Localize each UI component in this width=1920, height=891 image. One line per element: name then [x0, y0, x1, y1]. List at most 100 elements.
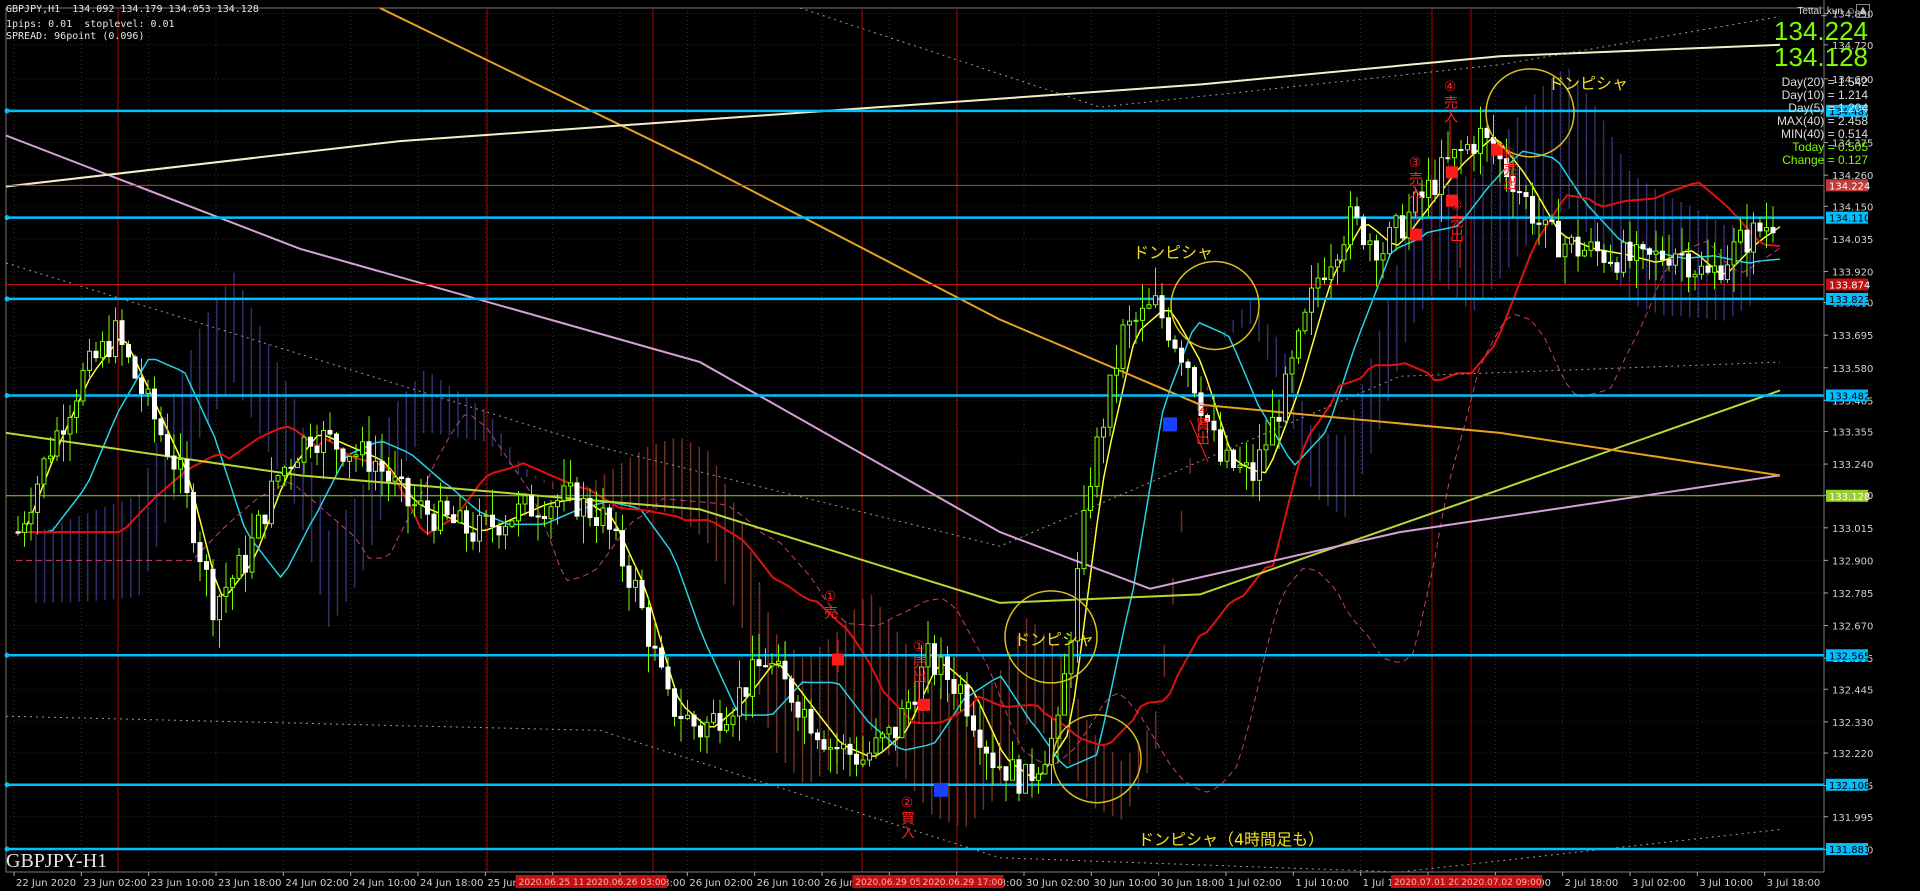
- candle-body: [87, 350, 92, 371]
- price-tag-label: 134.224: [1829, 181, 1870, 192]
- candle-body: [1471, 143, 1477, 154]
- candle-body: [132, 356, 138, 379]
- x-tick-label: 26 Jun 10:00: [757, 878, 821, 889]
- candle-body: [997, 766, 1002, 769]
- x-tick-label: 30 Jun 02:00: [1026, 878, 1090, 889]
- candle-body: [763, 665, 768, 668]
- candle-body: [1088, 485, 1093, 511]
- candle-body: [971, 715, 976, 731]
- candle-body: [1738, 229, 1743, 243]
- x-tick-label: 1 Jul 02:00: [1228, 878, 1282, 889]
- annotation-label: ドンピシャ: [1133, 243, 1213, 262]
- candle-body: [568, 482, 573, 487]
- candle-body: [873, 737, 879, 754]
- candle-body: [1458, 148, 1464, 151]
- candle-body: [1569, 236, 1574, 245]
- candle-body: [1575, 236, 1581, 257]
- candle-body: [256, 514, 261, 539]
- candle-body: [483, 514, 489, 517]
- candle-body: [1315, 277, 1321, 289]
- candle-body: [1029, 763, 1035, 781]
- candle-body: [1530, 195, 1535, 224]
- annotation-label: ドンピシャ: [1548, 74, 1628, 93]
- stat-line: Change = 0.127: [1782, 153, 1868, 167]
- candle-body: [815, 732, 820, 741]
- candle-body: [1016, 759, 1022, 794]
- candle-body: [893, 726, 898, 739]
- bid-price: 134.224: [1774, 16, 1868, 46]
- candle-body: [1153, 295, 1158, 306]
- spread-info-line: SPREAD: 96point (0.096): [6, 31, 145, 42]
- candle-body: [659, 647, 664, 668]
- candle-body: [197, 542, 203, 563]
- candle-body: [204, 561, 209, 570]
- y-tick-label: 132.900: [1832, 556, 1873, 567]
- candle-body: [1705, 265, 1711, 273]
- annotation-label: ドンピシャ: [1014, 630, 1094, 649]
- level-price-label: 133.823: [1829, 295, 1870, 306]
- candle-body: [561, 485, 567, 502]
- candle-body: [1744, 229, 1750, 253]
- candle-body: [1387, 227, 1392, 255]
- price-tag-label: 133.128: [1829, 492, 1870, 503]
- level-price-label: 132.108: [1829, 781, 1870, 792]
- x-highlight-label: 2020.07.02 09:00: [1461, 878, 1542, 888]
- price-chart[interactable]: ドンピシャドンピシャドンピシャドンピシャ（4時間足も）①売①売出②買入②買出③売…: [0, 0, 1920, 891]
- candle-body: [48, 455, 53, 460]
- candle-body: [743, 687, 749, 697]
- candle-body: [1302, 311, 1308, 332]
- candle-body: [1322, 277, 1327, 281]
- candle-body: [80, 369, 86, 402]
- candle-body: [1608, 261, 1613, 264]
- candle-body: [1231, 449, 1236, 468]
- candle-body: [35, 483, 40, 513]
- candle-body: [1517, 191, 1522, 194]
- sell-marker: [918, 698, 930, 711]
- candle-body: [1257, 449, 1262, 481]
- candle-body: [444, 500, 450, 516]
- candle-body: [1354, 206, 1360, 218]
- candle-body: [1484, 127, 1490, 138]
- candle-body: [1341, 244, 1347, 261]
- candle-body: [769, 663, 775, 667]
- y-tick-label: 132.785: [1832, 589, 1873, 600]
- candle-body: [672, 688, 677, 717]
- candle-body: [1588, 241, 1594, 251]
- candle-body: [106, 340, 112, 358]
- candle-body: [464, 510, 469, 534]
- candle-body: [516, 503, 521, 522]
- candle-body: [1621, 241, 1626, 273]
- candle-body: [711, 713, 716, 723]
- candle-body: [113, 320, 118, 358]
- candle-body: [1673, 253, 1678, 266]
- candle-body: [951, 678, 957, 694]
- x-tick-label: 24 Jun 18:00: [420, 878, 484, 889]
- candle-body: [67, 416, 73, 435]
- candle-body: [1335, 259, 1340, 268]
- level-price-label: 131.881: [1829, 845, 1870, 856]
- candle-body: [964, 684, 970, 717]
- candle-body: [607, 507, 612, 530]
- pips-info-line: 1pips: 0.01 stoplevel: 0.01: [6, 19, 175, 30]
- candle-body: [405, 478, 411, 507]
- candle-body: [1211, 420, 1217, 431]
- candle-body: [334, 433, 339, 450]
- x-tick-label: 30 Jun 18:00: [1161, 878, 1225, 889]
- candle-body: [470, 532, 476, 542]
- x-tick-label: 1 Jul 10:00: [1295, 878, 1349, 889]
- y-tick-label: 132.445: [1832, 685, 1873, 696]
- candle-body: [1003, 766, 1009, 781]
- candle-body: [990, 752, 996, 769]
- candle-body: [93, 350, 99, 359]
- candle-body: [1120, 324, 1126, 369]
- candle-body: [1140, 307, 1145, 321]
- candle-body: [451, 514, 456, 524]
- candle-body: [269, 480, 274, 525]
- candle-body: [1094, 436, 1100, 487]
- level-anchor: [4, 782, 10, 788]
- candle-body: [503, 525, 508, 536]
- candle-body: [1543, 219, 1548, 225]
- candle-body: [698, 725, 703, 738]
- candle-body: [737, 687, 742, 717]
- candle-body: [41, 458, 47, 485]
